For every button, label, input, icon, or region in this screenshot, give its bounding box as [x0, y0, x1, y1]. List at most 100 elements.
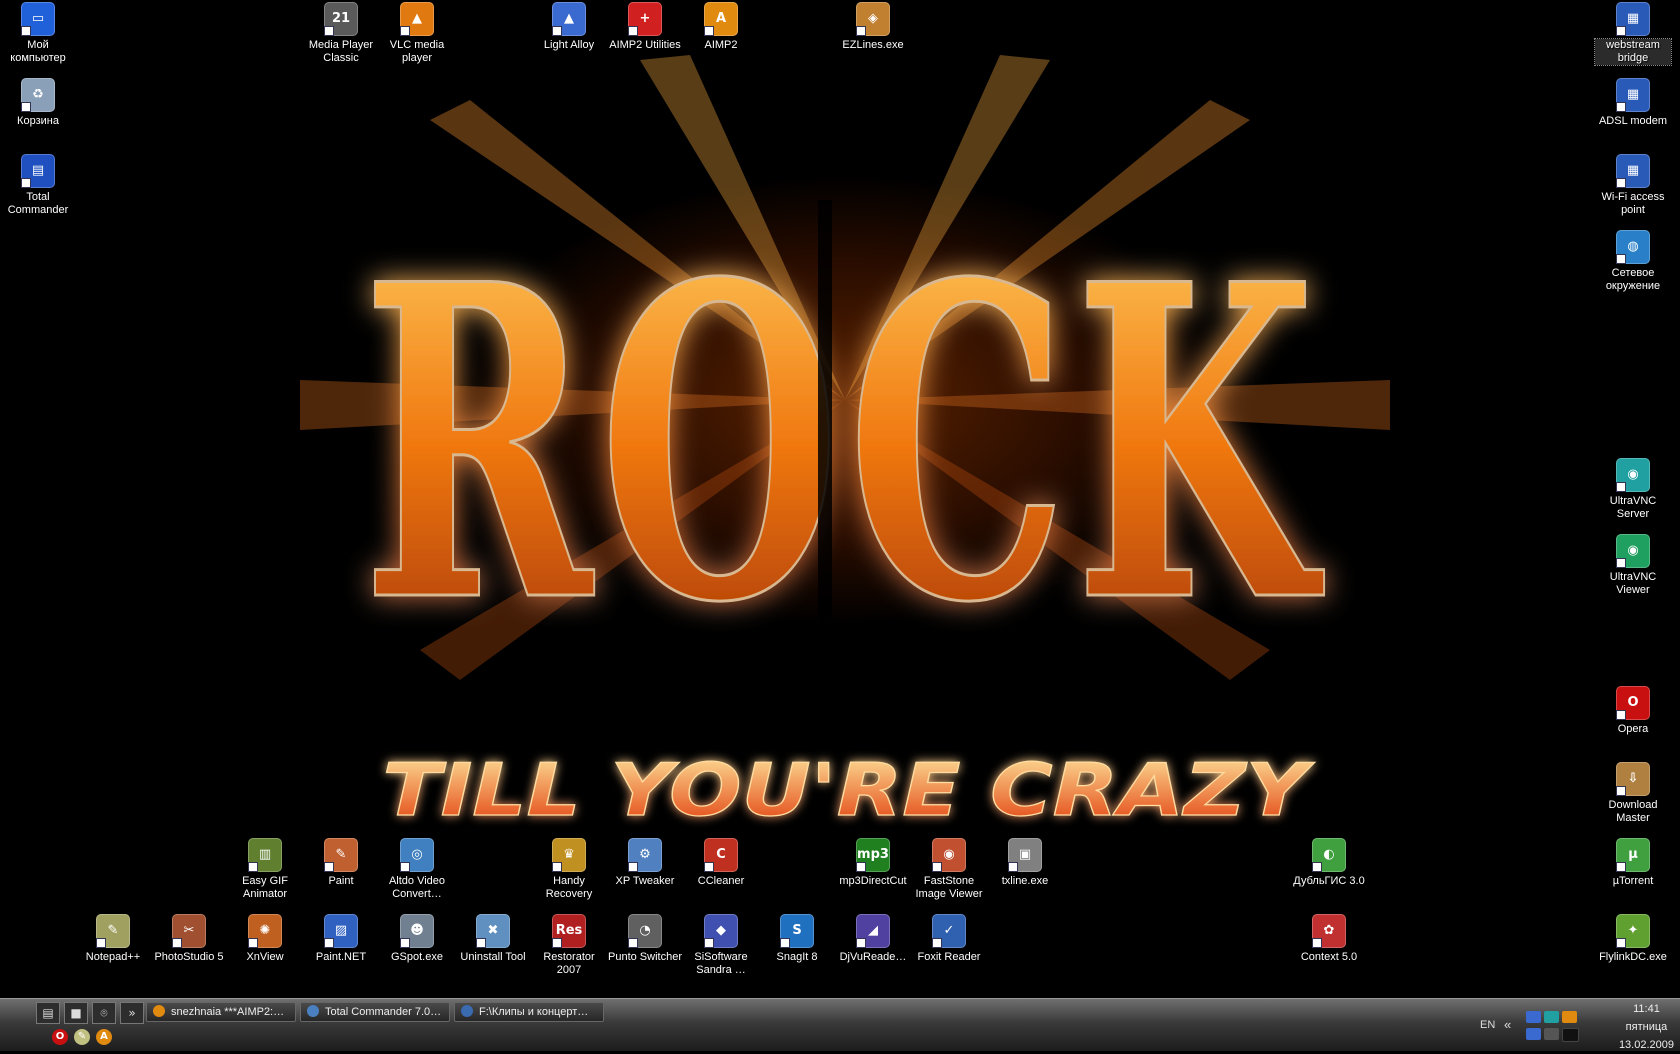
network-places-icon: ◍ — [1616, 230, 1650, 264]
desktop-icon-media-player-classic[interactable]: 21 Media Player Classic — [303, 2, 379, 65]
task-button-label: snezhnaia ***AIMP2:… — [171, 1006, 285, 1018]
task-button-0[interactable]: snezhnaia ***AIMP2:… — [146, 1002, 296, 1022]
desktop-icon-paint[interactable]: ✎ Paint — [303, 838, 379, 888]
desktop-icon-label: Total Commander — [7, 191, 69, 216]
desktop-icon-wifi-access-point[interactable]: ▦ Wi-Fi access point — [1595, 154, 1671, 217]
desktop-icon-my-computer[interactable]: ▭ Мой компьютер — [0, 2, 76, 65]
desktop-icon-faststone[interactable]: ◉ FastStone Image Viewer — [911, 838, 987, 901]
desktop-icon-flylinkdc[interactable]: ✦ FlylinkDC.exe — [1595, 914, 1671, 964]
desktop-icon-dublgis[interactable]: ◐ ДубльГИС 3.0 — [1291, 838, 1367, 888]
desktop-icon-punto-switcher[interactable]: ◔ Punto Switcher — [607, 914, 683, 964]
desktop-icon-label: Foxit Reader — [917, 951, 981, 963]
desktop-icon-handy-recovery[interactable]: ♛ Handy Recovery — [531, 838, 607, 901]
media-player-classic-icon: 21 — [324, 2, 358, 36]
desktop-icon-xp-tweaker[interactable]: ⚙ XP Tweaker — [607, 838, 683, 888]
desktop-icon-foxit-reader[interactable]: ✓ Foxit Reader — [911, 914, 987, 964]
desktop-icon-label: FlylinkDC.exe — [1599, 951, 1667, 963]
desktop-icon-label: Opera — [1617, 723, 1649, 735]
desktop-icon-ezlines[interactable]: ◈ EZLines.exe — [835, 2, 911, 52]
desktop-icon-opera[interactable]: O Opera — [1595, 686, 1671, 736]
quick-launch-button-2[interactable]: ⌾ — [92, 1002, 116, 1024]
aimp2-utilities-icon: + — [628, 2, 662, 36]
desktop-icon-label: Paint — [328, 875, 354, 887]
tray-network-icon-2[interactable] — [1526, 1028, 1541, 1040]
gspot-icon: ☻ — [400, 914, 434, 948]
desktop-icon-network-places[interactable]: ◍ Сетевое окружение — [1595, 230, 1671, 293]
desktop-icon-utorrent[interactable]: µ µTorrent — [1595, 838, 1671, 888]
desktop-icon-label: Media Player Classic — [308, 39, 374, 64]
desktop-icon-label: EZLines.exe — [842, 39, 904, 51]
desktop-icon-mp3directcut[interactable]: mp3 mp3DirectCut — [835, 838, 911, 888]
task-button-label: F:\Клипы и концерт… — [479, 1006, 589, 1018]
desktop-icon-altdo-video[interactable]: ◎ Altdo Video Convert… — [379, 838, 455, 901]
adsl-modem-icon: ▦ — [1616, 78, 1650, 112]
desktop-icon-uninstall-tool[interactable]: ✖ Uninstall Tool — [455, 914, 531, 964]
desktop-icon-label: Download Master — [1608, 799, 1658, 824]
desktop-icon-vlc[interactable]: ▲ VLC media player — [379, 2, 455, 65]
desktop-icon-djvureader[interactable]: ◢ DjVuReade… — [835, 914, 911, 964]
desktop-icon-label: Мой компьютер — [10, 39, 66, 64]
ultravnc-viewer-icon: ◉ — [1616, 534, 1650, 568]
djvureader-icon: ◢ — [856, 914, 890, 948]
desktop-icon-ultravnc-viewer[interactable]: ◉ UltraVNC Viewer — [1595, 534, 1671, 597]
desktop-icon-label: Context 5.0 — [1300, 951, 1358, 963]
tray-aimp-icon[interactable] — [1562, 1011, 1577, 1023]
desktop-icon-easy-gif-animator[interactable]: ▥ Easy GIF Animator — [227, 838, 303, 901]
flylinkdc-icon: ✦ — [1616, 914, 1650, 948]
quick-launch-small-icon-0[interactable]: O — [52, 1029, 68, 1045]
clock-date: 13.02.2009 — [1618, 1039, 1674, 1051]
desktop-icon-aimp2[interactable]: A AIMP2 — [683, 2, 759, 52]
desktop-icon-txline[interactable]: ▣ txline.exe — [987, 838, 1063, 888]
clock[interactable]: 11:41 пятница 13.02.2009 — [1619, 1000, 1674, 1054]
desktop-icon-paint-net[interactable]: ▨ Paint.NET — [303, 914, 379, 964]
quick-launch-small-icon-2[interactable]: A — [96, 1029, 112, 1045]
desktop-icon-aimp2-utilities[interactable]: + AIMP2 Utilities — [607, 2, 683, 52]
desktop-icon-xnview[interactable]: ✺ XnView — [227, 914, 303, 964]
desktop-icon-notepadpp[interactable]: ✎ Notepad++ — [75, 914, 151, 964]
desktop-icon-context[interactable]: ✿ Context 5.0 — [1291, 914, 1367, 964]
system-tray: EN « 11:41 пятница 13.02.2009 — [1478, 999, 1680, 1051]
desktop-icon-download-master[interactable]: ⇩ Download Master — [1595, 762, 1671, 825]
desktop-icon-label: Uninstall Tool — [460, 951, 526, 963]
desktop-icon-ccleaner[interactable]: C CCleaner — [683, 838, 759, 888]
quick-launch-button-3[interactable]: » — [120, 1002, 144, 1024]
foxit-reader-icon: ✓ — [932, 914, 966, 948]
desktop-icon-label: ADSL modem — [1598, 115, 1668, 127]
task-button-1[interactable]: Total Commander 7.0… — [300, 1002, 450, 1022]
tray-monitor-icon[interactable] — [1544, 1028, 1559, 1040]
desktop-icon-sisoftware[interactable]: ◆ SiSoftware Sandra … — [683, 914, 759, 977]
desktop-icon-label: SnagIt 8 — [776, 951, 818, 963]
desktop-icon-total-commander[interactable]: ▤ Total Commander — [0, 154, 76, 217]
desktop-icon-gspot[interactable]: ☻ GSpot.exe — [379, 914, 455, 964]
quick-launch-button-1[interactable]: ■ — [64, 1002, 88, 1024]
desktop-icon-label: Notepad++ — [85, 951, 141, 963]
desktop-icon-recycle-bin[interactable]: ♻ Корзина — [0, 78, 76, 128]
desktop-icon-snagit[interactable]: S SnagIt 8 — [759, 914, 835, 964]
desktop-icon-label: XnView — [246, 951, 284, 963]
ezlines-icon: ◈ — [856, 2, 890, 36]
easy-gif-animator-icon: ▥ — [248, 838, 282, 872]
task-button-2[interactable]: F:\Клипы и концерт… — [454, 1002, 604, 1022]
desktop-icon-adsl-modem[interactable]: ▦ ADSL modem — [1595, 78, 1671, 128]
quick-launch-small-icon-1[interactable]: ✎ — [74, 1029, 90, 1045]
desktop-icon-ultravnc-server[interactable]: ◉ UltraVNC Server — [1595, 458, 1671, 521]
desktop-icon-label: XP Tweaker — [615, 875, 675, 887]
desktop-icon-label: GSpot.exe — [391, 951, 443, 963]
desktop-icon-label: Light Alloy — [543, 39, 595, 51]
desktop-icon-light-alloy[interactable]: ▲ Light Alloy — [531, 2, 607, 52]
snagit-icon: S — [780, 914, 814, 948]
tray-vnc-icon[interactable] — [1544, 1011, 1559, 1023]
desktop-icon-restorator[interactable]: Res Restorator 2007 — [531, 914, 607, 977]
desktop-icon-label: AIMP2 Utilities — [609, 39, 681, 51]
desktop-icon-photostudio[interactable]: ✂ PhotoStudio 5 — [151, 914, 227, 964]
desktop-icon-webstream-bridge[interactable]: ▦ webstream bridge — [1594, 2, 1672, 66]
desktop[interactable]: ROCK TILL YOU'RE CRAZY ▭ Мой компьютер ♻ Ко… — [0, 0, 1680, 998]
punto-switcher-icon: ◔ — [628, 914, 662, 948]
desktop-icon-label: Restorator 2007 — [543, 951, 595, 976]
tray-expand-chevron-icon[interactable]: « — [1504, 1017, 1511, 1032]
tray-blank-icon[interactable] — [1562, 1028, 1579, 1042]
language-indicator[interactable]: EN — [1480, 1019, 1495, 1031]
wifi-access-point-icon: ▦ — [1616, 154, 1650, 188]
quick-launch-button-0[interactable]: ▤ — [36, 1002, 60, 1024]
tray-network-icon[interactable] — [1526, 1011, 1541, 1023]
